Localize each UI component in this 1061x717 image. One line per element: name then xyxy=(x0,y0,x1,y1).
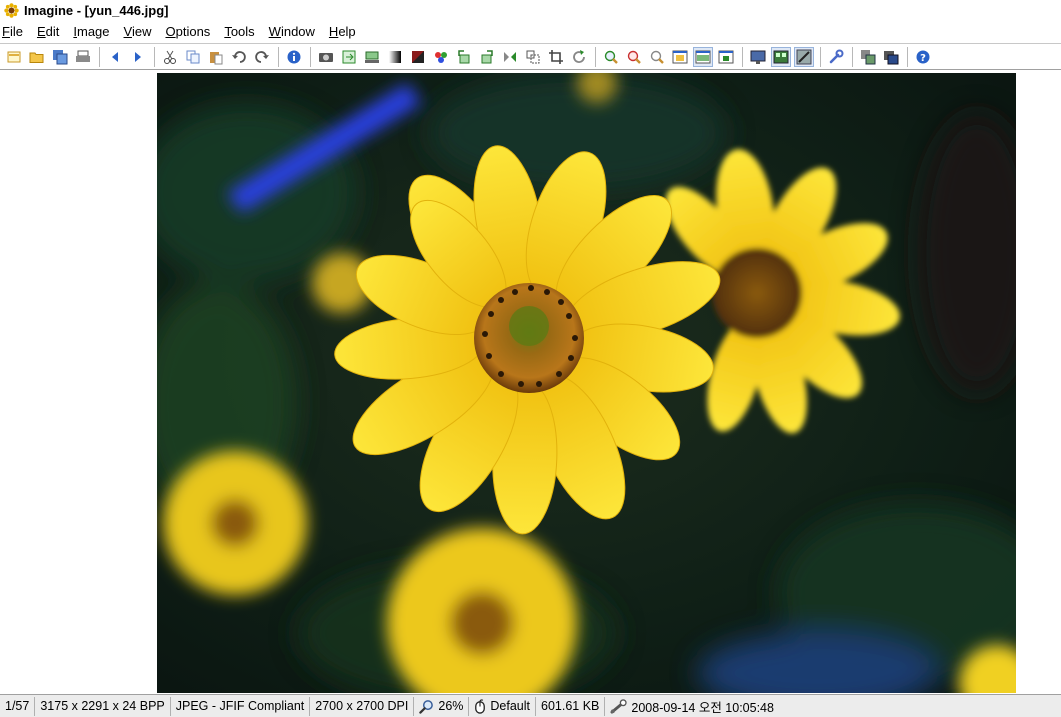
toolbar-separator xyxy=(907,46,908,67)
calendar-icon xyxy=(610,698,628,714)
scan-icon[interactable] xyxy=(362,47,382,67)
menu-window[interactable]: Window xyxy=(269,24,315,39)
export-icon[interactable] xyxy=(339,47,359,67)
toolbar-separator xyxy=(742,46,743,67)
title-bar: Imagine - [yun_446.jpg] xyxy=(0,0,1061,20)
new-icon[interactable] xyxy=(4,47,24,67)
flower-photo xyxy=(157,73,1016,693)
refresh-icon[interactable] xyxy=(569,47,589,67)
help-icon[interactable]: ? xyxy=(913,47,933,67)
info-icon[interactable] xyxy=(284,47,304,67)
toolbar-separator xyxy=(154,46,155,67)
status-bar: 1/57 3175 x 2291 x 24 BPP JPEG - JFIF Co… xyxy=(0,694,1061,717)
mouse-icon xyxy=(474,698,486,714)
menu-view[interactable]: View xyxy=(124,24,152,39)
gradient-icon[interactable] xyxy=(385,47,405,67)
image-canvas[interactable] xyxy=(157,73,1016,693)
capture-icon[interactable] xyxy=(316,47,336,67)
copy-icon[interactable] xyxy=(183,47,203,67)
toolbar-separator xyxy=(310,46,311,67)
batch-icon[interactable] xyxy=(858,47,878,67)
toolbar-separator xyxy=(820,46,821,67)
menu-edit[interactable]: Edit xyxy=(37,24,59,39)
fit-width-icon[interactable] xyxy=(693,46,713,67)
file-size: 601.61 KB xyxy=(536,696,606,716)
zoom-level[interactable]: 26% xyxy=(414,696,470,716)
undo-icon[interactable] xyxy=(229,47,249,67)
redo-icon[interactable] xyxy=(252,47,272,67)
toolbar-separator xyxy=(852,46,853,67)
zoom-custom-icon[interactable] xyxy=(647,47,667,67)
zoom-value: 26% xyxy=(438,699,464,713)
menu-image[interactable]: Image xyxy=(73,24,109,39)
toolbar-separator xyxy=(278,46,279,67)
file-datetime: 2008-09-14 오전 10:05:48 xyxy=(605,697,779,716)
zoom-out-icon[interactable] xyxy=(624,47,644,67)
menu-file[interactable]: File xyxy=(2,24,23,39)
image-format: JPEG - JFIF Compliant xyxy=(171,696,311,716)
menu-options[interactable]: Options xyxy=(165,24,210,39)
print-icon[interactable] xyxy=(73,47,93,67)
previous-icon[interactable] xyxy=(105,47,125,67)
toolbar-separator xyxy=(595,46,596,67)
paste-icon[interactable] xyxy=(206,47,226,67)
resize-icon[interactable] xyxy=(523,47,543,67)
datetime-value: 2008-09-14 오전 10:05:48 xyxy=(631,700,774,715)
mouse-mode-value: Default xyxy=(490,699,531,713)
magnifier-icon xyxy=(419,699,434,714)
main-toolbar: ? xyxy=(0,43,1061,70)
open-folder-icon[interactable] xyxy=(27,47,47,67)
save-all-icon[interactable] xyxy=(50,47,70,67)
slideshow-icon[interactable] xyxy=(881,47,901,67)
next-icon[interactable] xyxy=(128,47,148,67)
image-dpi: 2700 x 2700 DPI xyxy=(310,696,415,716)
fullscreen-icon[interactable] xyxy=(748,47,768,67)
svg-text:?: ? xyxy=(920,53,926,64)
color-picker-icon[interactable] xyxy=(431,47,451,67)
image-index: 1/57 xyxy=(0,696,36,716)
cut-icon[interactable] xyxy=(160,47,180,67)
effects-icon[interactable] xyxy=(794,46,814,67)
menu-help[interactable]: Help xyxy=(329,24,356,39)
actual-size-icon[interactable] xyxy=(716,47,736,67)
sunflower-icon[interactable] xyxy=(3,2,19,18)
menu-tools[interactable]: Tools xyxy=(224,24,254,39)
menu-bar: File Edit Image View Options Tools Window Help xyxy=(0,21,1061,42)
fit-window-icon[interactable] xyxy=(670,47,690,67)
gradient-dark-icon[interactable] xyxy=(408,47,428,67)
mouse-mode[interactable]: Default xyxy=(469,696,537,716)
rotate-left-icon[interactable] xyxy=(454,47,474,67)
image-dimensions: 3175 x 2291 x 24 BPP xyxy=(35,696,171,716)
thumbnail-icon[interactable] xyxy=(771,46,791,67)
crop-icon[interactable] xyxy=(546,47,566,67)
toolbar-separator xyxy=(99,46,100,67)
flip-icon[interactable] xyxy=(500,47,520,67)
rotate-right-icon[interactable] xyxy=(477,47,497,67)
zoom-in-icon[interactable] xyxy=(601,47,621,67)
window-title: Imagine - [yun_446.jpg] xyxy=(24,2,169,18)
settings-icon[interactable] xyxy=(826,47,846,67)
